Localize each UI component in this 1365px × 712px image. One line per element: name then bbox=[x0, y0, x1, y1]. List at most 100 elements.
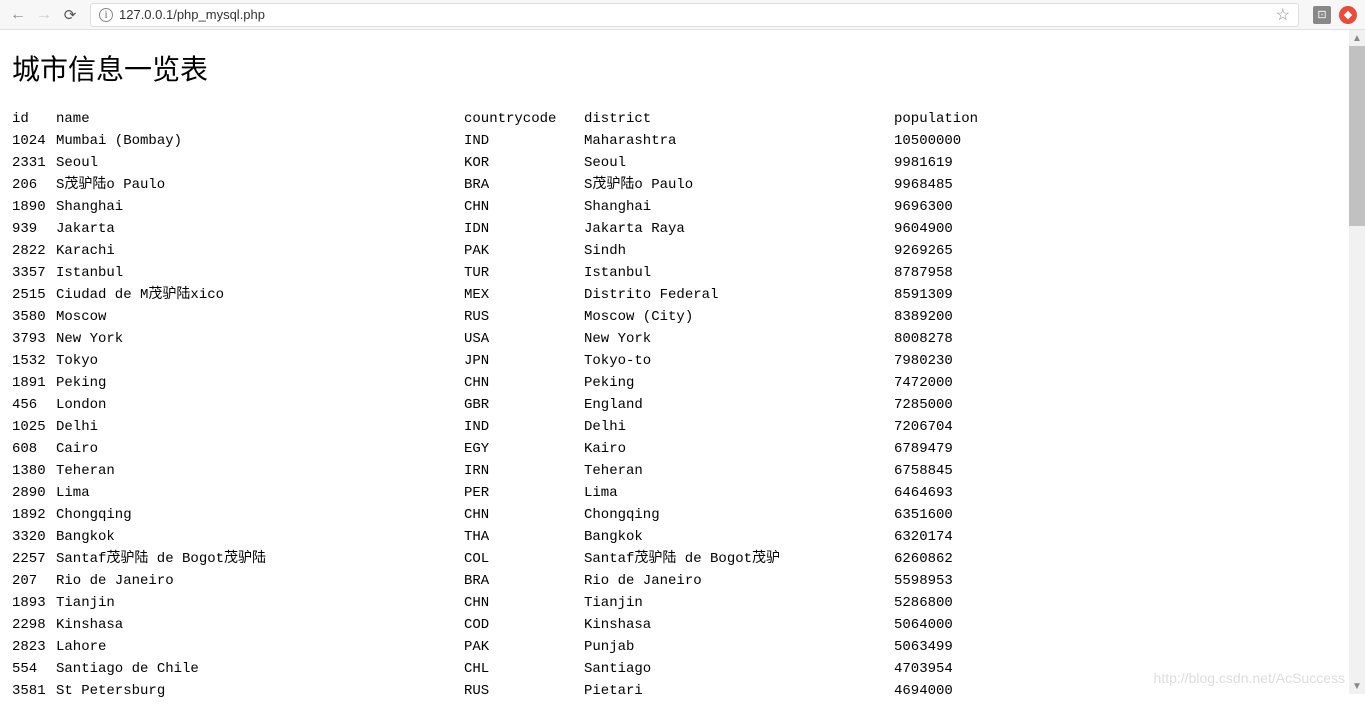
cell-countrycode: CHL bbox=[464, 658, 584, 680]
table-row: 207 Rio de Janeiro BRA Rio de Janeiro 55… bbox=[12, 570, 1353, 592]
cell-population: 9604900 bbox=[894, 218, 1014, 240]
table-row: 1532 Tokyo JPN Tokyo-to 7980230 bbox=[12, 350, 1353, 372]
cell-district: Tokyo-to bbox=[584, 350, 894, 372]
cell-population: 8591309 bbox=[894, 284, 1014, 306]
cell-name: Bangkok bbox=[56, 526, 464, 548]
table-row: 2890 Lima PER Lima 6464693 bbox=[12, 482, 1353, 504]
cell-district: Shanghai bbox=[584, 196, 894, 218]
cell-name: Tianjin bbox=[56, 592, 464, 614]
table-header-row: id name countrycode district population bbox=[12, 108, 1353, 130]
cell-name: Istanbul bbox=[56, 262, 464, 284]
extension-icon[interactable]: ⊡ bbox=[1313, 6, 1331, 24]
cell-name: Cairo bbox=[56, 438, 464, 460]
reload-button[interactable]: ⟳ bbox=[60, 5, 80, 25]
cell-population: 4694000 bbox=[894, 680, 1014, 702]
cell-countrycode: IDN bbox=[464, 218, 584, 240]
cell-id: 3357 bbox=[12, 262, 56, 284]
scroll-down-arrow[interactable]: ▼ bbox=[1349, 678, 1365, 694]
table-row: 1025 Delhi IND Delhi 7206704 bbox=[12, 416, 1353, 438]
cell-population: 7980230 bbox=[894, 350, 1014, 372]
cell-name: London bbox=[56, 394, 464, 416]
cell-population: 8787958 bbox=[894, 262, 1014, 284]
cell-id: 554 bbox=[12, 658, 56, 680]
cell-id: 608 bbox=[12, 438, 56, 460]
bookmark-star-icon[interactable]: ☆ bbox=[1276, 5, 1290, 25]
cell-id: 1893 bbox=[12, 592, 56, 614]
cell-countrycode: CHN bbox=[464, 372, 584, 394]
table-row: 608 Cairo EGY Kairo 6789479 bbox=[12, 438, 1353, 460]
cell-population: 7285000 bbox=[894, 394, 1014, 416]
cell-countrycode: THA bbox=[464, 526, 584, 548]
table-row: 456 London GBR England 7285000 bbox=[12, 394, 1353, 416]
cell-district: Maharashtra bbox=[584, 130, 894, 152]
cell-countrycode: CHN bbox=[464, 196, 584, 218]
site-info-icon[interactable]: i bbox=[99, 8, 113, 22]
cell-district: Distrito Federal bbox=[584, 284, 894, 306]
toolbar-extensions: ⊡ ◆ bbox=[1309, 6, 1357, 24]
cell-name: Moscow bbox=[56, 306, 464, 328]
cell-id: 2515 bbox=[12, 284, 56, 306]
table-row: 3320 Bangkok THA Bangkok 6320174 bbox=[12, 526, 1353, 548]
cell-population: 6789479 bbox=[894, 438, 1014, 460]
cell-name: Santaf茂驴陆 de Bogot茂驴陆 bbox=[56, 548, 464, 570]
cell-countrycode: JPN bbox=[464, 350, 584, 372]
cell-district: Chongqing bbox=[584, 504, 894, 526]
cell-name: Karachi bbox=[56, 240, 464, 262]
cell-id: 2890 bbox=[12, 482, 56, 504]
cell-population: 7206704 bbox=[894, 416, 1014, 438]
table-row: 206 S茂驴陆o Paulo BRA S茂驴陆o Paulo 9968485 bbox=[12, 174, 1353, 196]
cell-id: 3580 bbox=[12, 306, 56, 328]
url-text: 127.0.0.1/php_mysql.php bbox=[119, 7, 1276, 22]
address-bar[interactable]: i 127.0.0.1/php_mysql.php ☆ bbox=[90, 3, 1299, 27]
header-id: id bbox=[12, 108, 56, 130]
scroll-thumb[interactable] bbox=[1349, 46, 1365, 226]
table-row: 1893 Tianjin CHN Tianjin 5286800 bbox=[12, 592, 1353, 614]
vertical-scrollbar[interactable]: ▲ ▼ bbox=[1349, 30, 1365, 694]
page-content: 城市信息一览表 id name countrycode district pop… bbox=[0, 30, 1365, 712]
cell-name: Teheran bbox=[56, 460, 464, 482]
table-row: 1890 Shanghai CHN Shanghai 9696300 bbox=[12, 196, 1353, 218]
cell-population: 4703954 bbox=[894, 658, 1014, 680]
cell-id: 1380 bbox=[12, 460, 56, 482]
header-name: name bbox=[56, 108, 464, 130]
table-row: 1024 Mumbai (Bombay) IND Maharashtra 105… bbox=[12, 130, 1353, 152]
cell-id: 207 bbox=[12, 570, 56, 592]
cell-name: Lima bbox=[56, 482, 464, 504]
table-row: 2822 Karachi PAK Sindh 9269265 bbox=[12, 240, 1353, 262]
cell-id: 1532 bbox=[12, 350, 56, 372]
cell-district: Bangkok bbox=[584, 526, 894, 548]
cell-district: Tianjin bbox=[584, 592, 894, 614]
cell-name: Kinshasa bbox=[56, 614, 464, 636]
cell-id: 456 bbox=[12, 394, 56, 416]
cell-id: 2331 bbox=[12, 152, 56, 174]
cell-id: 1024 bbox=[12, 130, 56, 152]
cell-population: 6351600 bbox=[894, 504, 1014, 526]
cell-id: 2257 bbox=[12, 548, 56, 570]
table-body: 1024 Mumbai (Bombay) IND Maharashtra 105… bbox=[12, 130, 1353, 702]
cell-name: Delhi bbox=[56, 416, 464, 438]
cell-countrycode: EGY bbox=[464, 438, 584, 460]
back-button[interactable]: ← bbox=[8, 5, 28, 25]
cell-countrycode: TUR bbox=[464, 262, 584, 284]
cell-name: Ciudad de M茂驴陆xico bbox=[56, 284, 464, 306]
cell-countrycode: PAK bbox=[464, 240, 584, 262]
cell-district: Teheran bbox=[584, 460, 894, 482]
cell-district: Jakarta Raya bbox=[584, 218, 894, 240]
cell-district: Delhi bbox=[584, 416, 894, 438]
cell-id: 1891 bbox=[12, 372, 56, 394]
table-row: 2331 Seoul KOR Seoul 9981619 bbox=[12, 152, 1353, 174]
extension-icon-red[interactable]: ◆ bbox=[1339, 6, 1357, 24]
cell-population: 8389200 bbox=[894, 306, 1014, 328]
cell-population: 6758845 bbox=[894, 460, 1014, 482]
cell-countrycode: COD bbox=[464, 614, 584, 636]
cell-id: 206 bbox=[12, 174, 56, 196]
header-district: district bbox=[584, 108, 894, 130]
cell-district: Istanbul bbox=[584, 262, 894, 284]
table-row: 1380 Teheran IRN Teheran 6758845 bbox=[12, 460, 1353, 482]
cell-name: S茂驴陆o Paulo bbox=[56, 174, 464, 196]
scroll-up-arrow[interactable]: ▲ bbox=[1349, 30, 1365, 46]
forward-button[interactable]: → bbox=[34, 5, 54, 25]
cell-name: Santiago de Chile bbox=[56, 658, 464, 680]
cell-id: 2298 bbox=[12, 614, 56, 636]
cell-population: 9968485 bbox=[894, 174, 1014, 196]
